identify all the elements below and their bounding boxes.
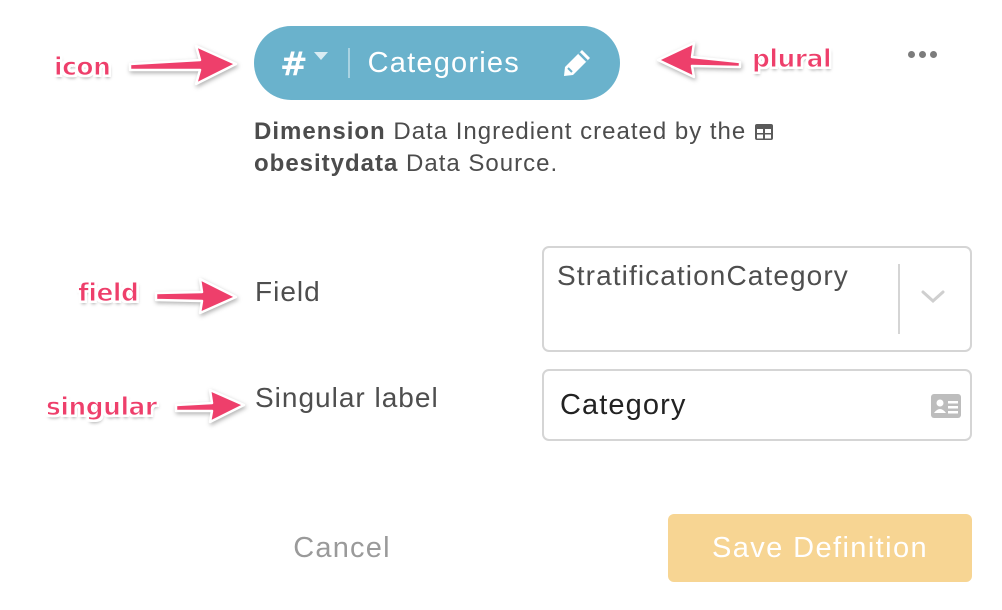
singular-label-label: Singular label <box>255 382 439 413</box>
data-source-name[interactable]: obesitydata <box>254 150 398 177</box>
table-icon <box>754 124 773 140</box>
annotation-arrow-singular <box>174 388 246 424</box>
field-select[interactable]: StratificationCategory <box>542 246 972 352</box>
description-text: Data Ingredient created by the <box>385 118 754 145</box>
annotation-arrow-icon <box>128 44 238 86</box>
save-definition-button[interactable]: Save Definition <box>668 514 972 582</box>
cancel-button[interactable]: Cancel <box>270 520 414 576</box>
annotation-arrow-field <box>154 277 238 315</box>
hash-icon: # <box>280 43 308 83</box>
annotation-arrow-plural <box>656 41 742 79</box>
ingredient-header-pill: # Categories <box>254 26 620 100</box>
field-label: Field <box>255 276 321 307</box>
icon-selector-button[interactable]: # <box>280 47 328 80</box>
singular-label-field <box>542 369 972 441</box>
annotation-singular-label: singular <box>46 392 158 422</box>
plural-label-title[interactable]: Categories <box>368 47 560 80</box>
pencil-icon[interactable] <box>560 46 594 80</box>
ingredient-type: Dimension <box>254 118 386 145</box>
singular-label-input[interactable] <box>560 371 920 439</box>
caret-down-icon <box>313 52 328 60</box>
description-text-end: Data Source. <box>398 150 559 177</box>
annotation-icon-label: icon <box>53 52 111 82</box>
id-card-icon <box>931 394 961 418</box>
field-select-value: StratificationCategory <box>557 260 849 291</box>
more-options-icon[interactable] <box>908 47 938 61</box>
annotation-field-label: field <box>77 278 139 308</box>
pill-divider <box>347 48 350 78</box>
annotation-plural-label: plural <box>751 44 832 74</box>
field-select-separator <box>898 264 900 334</box>
ingredient-definition-panel: icon plural field singular # Categories … <box>0 0 1002 610</box>
ingredient-description: Dimension Data Ingredient created by the… <box>254 116 894 180</box>
chevron-down-icon[interactable] <box>920 288 946 306</box>
